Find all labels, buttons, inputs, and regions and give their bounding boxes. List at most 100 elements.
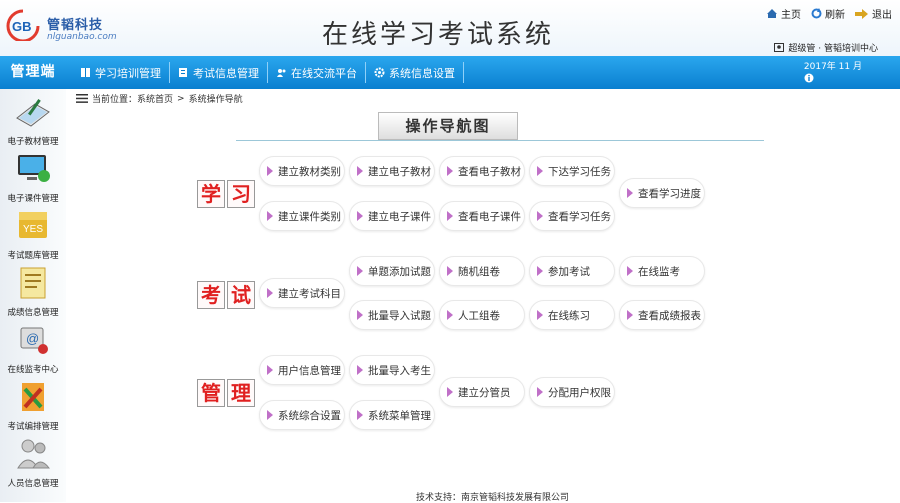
sidebar-item-question-bank[interactable]: YES 考试题库管理 bbox=[0, 206, 66, 263]
nav-brand: 管理端 bbox=[10, 64, 56, 80]
nav-item-exam[interactable]: 考试信息管理 bbox=[170, 62, 268, 83]
nav-button[interactable]: 查看成绩报表 bbox=[619, 300, 705, 330]
arrow-right-icon bbox=[267, 365, 273, 375]
info-icon[interactable] bbox=[804, 73, 814, 83]
nav-button[interactable]: 用户信息管理 bbox=[259, 355, 345, 385]
chat-icon bbox=[277, 69, 286, 77]
breadcrumb-prefix[interactable]: 当前位置：系统首页 bbox=[92, 92, 173, 105]
nav-button[interactable]: 建立电子教材 bbox=[349, 156, 435, 186]
section-label-exam: 考 试 bbox=[197, 281, 255, 309]
gear-icon bbox=[374, 67, 385, 78]
nav-button[interactable]: 在线练习 bbox=[529, 300, 615, 330]
nav-button-label: 系统菜单管理 bbox=[368, 409, 431, 422]
section-char: 管 bbox=[197, 379, 225, 407]
sidebar-item-label: 电子课件管理 bbox=[7, 194, 59, 204]
arrow-right-icon bbox=[537, 310, 543, 320]
sidebar-item-label: 电子教材管理 bbox=[7, 137, 59, 147]
arrow-right-icon bbox=[357, 365, 363, 375]
nav-button[interactable]: 随机组卷 bbox=[439, 256, 525, 286]
nav-button[interactable]: 下达学习任务 bbox=[529, 156, 615, 186]
nav-button[interactable]: 查看电子教材 bbox=[439, 156, 525, 186]
nav-button[interactable]: 在线监考 bbox=[619, 256, 705, 286]
nav-item-chat[interactable]: 在线交流平台 bbox=[268, 62, 366, 83]
breadcrumb: 当前位置：系统首页 > 系统操作导航 bbox=[76, 92, 243, 105]
nav-button-label: 建立考试科目 bbox=[278, 287, 341, 300]
arrow-right-icon bbox=[357, 410, 363, 420]
nav-button[interactable]: 参加考试 bbox=[529, 256, 615, 286]
sidebar-item-courseware[interactable]: 电子课件管理 bbox=[0, 149, 66, 206]
arrow-right-icon bbox=[537, 266, 543, 276]
nav-button-label: 查看成绩报表 bbox=[638, 309, 701, 322]
nav-button[interactable]: 查看电子课件 bbox=[439, 201, 525, 231]
sidebar-item-scores[interactable]: 成绩信息管理 bbox=[0, 263, 66, 320]
nav-button-label: 批量导入试题 bbox=[368, 309, 431, 322]
nav-button[interactable]: 分配用户权限 bbox=[529, 377, 615, 407]
nav-button[interactable]: 建立教材类别 bbox=[259, 156, 345, 186]
logout-arrow-icon bbox=[855, 8, 868, 19]
user-card-icon bbox=[774, 43, 785, 52]
sidebar-item-label: 人员信息管理 bbox=[7, 479, 59, 489]
home-link[interactable]: 主页 bbox=[766, 6, 801, 21]
system-title: 在线学习考试系统 bbox=[322, 20, 555, 50]
nav-button[interactable]: 系统综合设置 bbox=[259, 400, 345, 430]
main-menu: 学习培训管理 考试信息管理 在线交流平台 系统信息设置 bbox=[72, 62, 464, 83]
nav-button-label: 建立教材类别 bbox=[278, 165, 341, 178]
online-exam-icon: @ bbox=[20, 327, 48, 354]
nav-button-label: 用户信息管理 bbox=[278, 364, 341, 377]
arrow-right-icon bbox=[357, 166, 363, 176]
arrow-right-icon bbox=[537, 211, 543, 221]
section-char: 学 bbox=[197, 180, 225, 208]
nav-button[interactable]: 系统菜单管理 bbox=[349, 400, 435, 430]
arrow-right-icon bbox=[267, 288, 273, 298]
nav-button-label: 建立分管员 bbox=[458, 386, 511, 399]
company-logo: GB bbox=[6, 9, 40, 41]
company-name: 管韬科技 bbox=[47, 18, 104, 33]
sidebar-item-textbook[interactable]: 电子教材管理 bbox=[0, 92, 66, 149]
nav-button[interactable]: 建立电子课件 bbox=[349, 201, 435, 231]
arrow-right-icon bbox=[537, 166, 543, 176]
sidebar-item-label: 在线监考中心 bbox=[7, 365, 59, 375]
sidebar-item-arrange[interactable]: 考试编排管理 bbox=[0, 377, 66, 434]
nav-button[interactable]: 人工组卷 bbox=[439, 300, 525, 330]
courseware-icon bbox=[18, 155, 50, 182]
footer-text: 技术支持：南京管韬科技发展有限公司 bbox=[416, 493, 570, 503]
nav-button[interactable]: 单题添加试题 bbox=[349, 256, 435, 286]
logout-link[interactable]: 退出 bbox=[855, 6, 892, 21]
nav-button-label: 下达学习任务 bbox=[548, 165, 611, 178]
nav-button[interactable]: 建立课件类别 bbox=[259, 201, 345, 231]
section-char: 习 bbox=[227, 180, 255, 208]
user-info: 超级管 · 管韬培训中心 bbox=[774, 41, 878, 54]
nav-button[interactable]: 查看学习任务 bbox=[529, 201, 615, 231]
title-divider bbox=[236, 140, 764, 141]
nav-button[interactable]: 批量导入考生 bbox=[349, 355, 435, 385]
sidebar-item-proctor[interactable]: @ 在线监考中心 bbox=[0, 320, 66, 377]
nav-item-label: 在线交流平台 bbox=[291, 66, 357, 80]
arrow-right-icon bbox=[447, 166, 453, 176]
nav-button-label: 在线练习 bbox=[548, 309, 590, 322]
nav-item-label: 系统信息设置 bbox=[389, 66, 455, 80]
refresh-link[interactable]: 刷新 bbox=[811, 6, 845, 21]
current-date: 2017年 11 月 bbox=[804, 62, 862, 87]
textbook-icon bbox=[16, 99, 50, 127]
arrow-right-icon bbox=[627, 310, 633, 320]
question-bank-icon: YES bbox=[19, 212, 47, 238]
logout-link-label: 退出 bbox=[872, 10, 892, 21]
list-icon bbox=[76, 94, 88, 103]
nav-item-study[interactable]: 学习培训管理 bbox=[72, 62, 170, 83]
nav-button-label: 人工组卷 bbox=[458, 309, 500, 322]
nav-item-settings[interactable]: 系统信息设置 bbox=[366, 62, 464, 83]
exam-icon bbox=[179, 68, 187, 77]
section-char: 试 bbox=[227, 281, 255, 309]
sidebar-item-users[interactable]: 人员信息管理 bbox=[0, 434, 66, 491]
nav-button-label: 随机组卷 bbox=[458, 265, 500, 278]
nav-button[interactable]: 查看学习进度 bbox=[619, 178, 705, 208]
nav-button-label: 建立电子教材 bbox=[368, 165, 431, 178]
nav-item-label: 学习培训管理 bbox=[95, 66, 161, 80]
nav-button[interactable]: 批量导入试题 bbox=[349, 300, 435, 330]
nav-button[interactable]: 建立分管员 bbox=[439, 377, 525, 407]
nav-button-label: 批量导入考生 bbox=[368, 364, 431, 377]
svg-text:@: @ bbox=[26, 331, 39, 346]
main-nav-bar: 管理端 学习培训管理 考试信息管理 在线交流平台 系统信息设置 2017年 11… bbox=[0, 56, 900, 89]
nav-button[interactable]: 建立考试科目 bbox=[259, 278, 345, 308]
section-char: 理 bbox=[227, 379, 255, 407]
